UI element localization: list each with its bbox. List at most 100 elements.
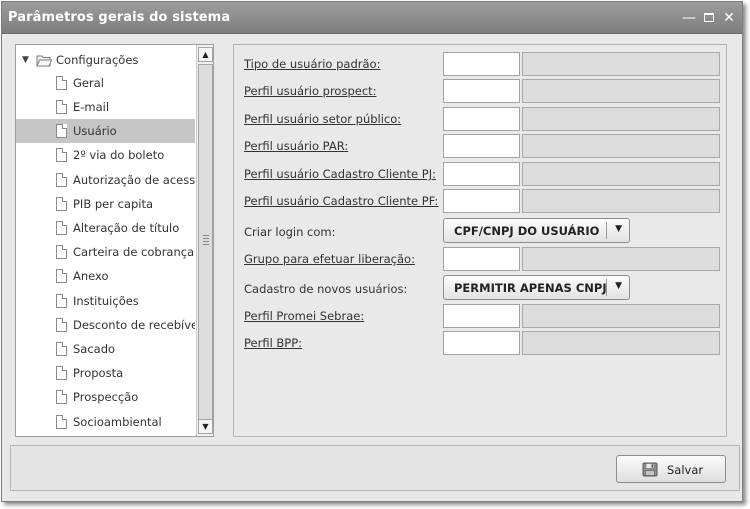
perfil-usuario-setor-publico-label[interactable]: Perfil usuário setor público: bbox=[244, 112, 401, 126]
tree-scrollbar[interactable]: ▲ ▼ bbox=[196, 45, 213, 436]
tree-item-proposta[interactable]: Proposta bbox=[16, 361, 195, 385]
tree-item-label: Anexo bbox=[73, 269, 109, 283]
perfil-usuario-par-description bbox=[522, 134, 720, 158]
tree-item-label: E-mail bbox=[73, 100, 110, 114]
tree-item-label: Sacado bbox=[73, 342, 116, 356]
perfil-promei-sebrae-label[interactable]: Perfil Promei Sebrae: bbox=[244, 309, 364, 323]
tree-item-autorizacao-acesso[interactable]: Autorização de acesso bbox=[16, 168, 195, 192]
minimize-icon[interactable]: — bbox=[682, 10, 696, 26]
title-bar[interactable]: Parâmetros gerais do sistema — ✕ bbox=[2, 2, 742, 34]
tree-item-alteracao-titulo[interactable]: Alteração de título bbox=[16, 216, 195, 240]
tree-item-label: Prospecção bbox=[73, 390, 139, 404]
document-icon bbox=[56, 221, 67, 235]
tree-item-carteira-cobranca[interactable]: Carteira de cobrança bbox=[16, 240, 195, 264]
perfil-usuario-setor-publico-description bbox=[522, 107, 720, 131]
save-disk-icon bbox=[642, 462, 658, 477]
combo-separator bbox=[606, 279, 607, 296]
perfil-usuario-prospect-description bbox=[522, 79, 720, 103]
tree-root-label: Configurações bbox=[56, 53, 139, 67]
tree-item-segunda-via-boleto[interactable]: 2º via do boleto bbox=[16, 143, 195, 167]
perfil-usuario-prospect-label[interactable]: Perfil usuário prospect: bbox=[244, 84, 377, 98]
combo-separator bbox=[606, 222, 607, 239]
tree-item-socioambiental[interactable]: Socioambiental bbox=[16, 410, 195, 434]
tree-item-label: Socioambiental bbox=[73, 415, 162, 429]
tipo-usuario-padrao-label[interactable]: Tipo de usuário padrão: bbox=[244, 57, 380, 71]
tree-item-instituicoes[interactable]: Instituições bbox=[16, 289, 195, 313]
perfil-bpp-description bbox=[522, 331, 720, 355]
perfil-usuario-cadastro-pj-code-input[interactable] bbox=[443, 162, 520, 186]
document-icon bbox=[56, 100, 67, 114]
grupo-liberacao-label[interactable]: Grupo para efetuar liberação: bbox=[244, 252, 415, 266]
cadastro-novos-usuarios-value: PERMITIR APENAS CNPJ bbox=[454, 281, 607, 295]
perfil-bpp-label[interactable]: Perfil BPP: bbox=[244, 336, 302, 350]
perfil-promei-sebrae-code-input[interactable] bbox=[443, 304, 520, 328]
folder-open-icon bbox=[36, 55, 52, 66]
document-icon bbox=[56, 390, 67, 404]
parameters-window: Parâmetros gerais do sistema — ✕ ▼ Confi… bbox=[1, 1, 743, 502]
perfil-promei-sebrae-description bbox=[522, 304, 720, 328]
perfil-usuario-prospect-code-input[interactable] bbox=[443, 79, 520, 103]
tree-item-label: Geral bbox=[73, 76, 104, 90]
tipo-usuario-padrao-description bbox=[522, 52, 720, 76]
chevron-down-icon[interactable]: ▼ bbox=[615, 224, 622, 234]
document-icon bbox=[56, 318, 67, 332]
perfil-usuario-cadastro-pf-description bbox=[522, 189, 720, 213]
tree-item-label: Alteração de título bbox=[73, 221, 180, 235]
tree-item-label: PIB per capita bbox=[73, 197, 154, 211]
perfil-usuario-par-code-input[interactable] bbox=[443, 134, 520, 158]
grip-icon bbox=[203, 235, 209, 245]
tree-item-label: Carteira de cobrança bbox=[73, 245, 195, 259]
footer-bar: Salvar bbox=[10, 445, 740, 491]
tree-root-configuracoes[interactable]: ▼ Configurações bbox=[22, 51, 138, 69]
user-settings-form: Tipo de usuário padrão: Perfil usuário p… bbox=[233, 44, 727, 437]
save-button-label: Salvar bbox=[667, 463, 704, 477]
collapse-triangle-icon[interactable]: ▼ bbox=[22, 55, 32, 65]
grupo-liberacao-code-input[interactable] bbox=[443, 247, 520, 271]
document-icon bbox=[56, 366, 67, 380]
tree-item-label: Usuário bbox=[73, 124, 117, 138]
scroll-up-icon[interactable]: ▲ bbox=[198, 47, 213, 62]
document-icon bbox=[56, 245, 67, 259]
maximize-icon[interactable] bbox=[702, 10, 716, 26]
perfil-usuario-par-label[interactable]: Perfil usuário PAR: bbox=[244, 139, 348, 153]
scroll-down-icon[interactable]: ▼ bbox=[198, 419, 213, 434]
close-icon[interactable]: ✕ bbox=[722, 10, 736, 26]
criar-login-value: CPF/CNPJ DO USUÁRIO bbox=[454, 224, 600, 238]
tree-item-geral[interactable]: Geral bbox=[16, 71, 195, 95]
perfil-usuario-cadastro-pj-description bbox=[522, 162, 720, 186]
scrollbar-thumb[interactable] bbox=[198, 64, 213, 420]
cadastro-novos-usuarios-select[interactable]: PERMITIR APENAS CNPJ ▼ bbox=[443, 275, 630, 300]
perfil-usuario-cadastro-pf-code-input[interactable] bbox=[443, 189, 520, 213]
perfil-usuario-cadastro-pj-label[interactable]: Perfil usuário Cadastro Cliente PJ: bbox=[244, 167, 436, 181]
document-icon bbox=[56, 197, 67, 211]
tree-item-sacado[interactable]: Sacado bbox=[16, 337, 195, 361]
document-icon bbox=[56, 342, 67, 356]
criar-login-label: Criar login com: bbox=[244, 225, 336, 239]
tree-item-label: 2º via do boleto bbox=[73, 148, 165, 162]
tree-item-prospeccao[interactable]: Prospecção bbox=[16, 385, 195, 409]
perfil-usuario-cadastro-pf-label[interactable]: Perfil usuário Cadastro Cliente PF: bbox=[244, 194, 438, 208]
document-icon bbox=[56, 124, 67, 138]
tree-item-label: Instituições bbox=[73, 294, 139, 308]
tree-item-label: Proposta bbox=[73, 366, 124, 380]
tree-item-usuario[interactable]: Usuário bbox=[16, 119, 195, 143]
tree-item-anexo[interactable]: Anexo bbox=[16, 264, 195, 288]
document-icon bbox=[56, 269, 67, 283]
tree-item-email[interactable]: E-mail bbox=[16, 95, 195, 119]
document-icon bbox=[56, 76, 67, 90]
tree-item-desconto-recebiveis[interactable]: Desconto de recebíveis bbox=[16, 313, 195, 337]
cadastro-novos-usuarios-label: Cadastro de novos usuários: bbox=[244, 282, 408, 296]
settings-tree: ▼ Configurações Geral E-mail Usuário 2º … bbox=[15, 44, 214, 437]
tree-item-pib-per-capita[interactable]: PIB per capita bbox=[16, 192, 195, 216]
save-button[interactable]: Salvar bbox=[616, 455, 726, 483]
perfil-bpp-code-input[interactable] bbox=[443, 331, 520, 355]
perfil-usuario-setor-publico-code-input[interactable] bbox=[443, 107, 520, 131]
tree-item-label: Autorização de acesso bbox=[73, 173, 195, 187]
document-icon bbox=[56, 294, 67, 308]
chevron-down-icon[interactable]: ▼ bbox=[615, 281, 622, 291]
tree-item-label: Desconto de recebíveis bbox=[73, 318, 195, 332]
document-icon bbox=[56, 173, 67, 187]
tipo-usuario-padrao-code-input[interactable] bbox=[443, 52, 520, 76]
grupo-liberacao-description bbox=[522, 247, 720, 271]
criar-login-select[interactable]: CPF/CNPJ DO USUÁRIO ▼ bbox=[443, 218, 630, 243]
